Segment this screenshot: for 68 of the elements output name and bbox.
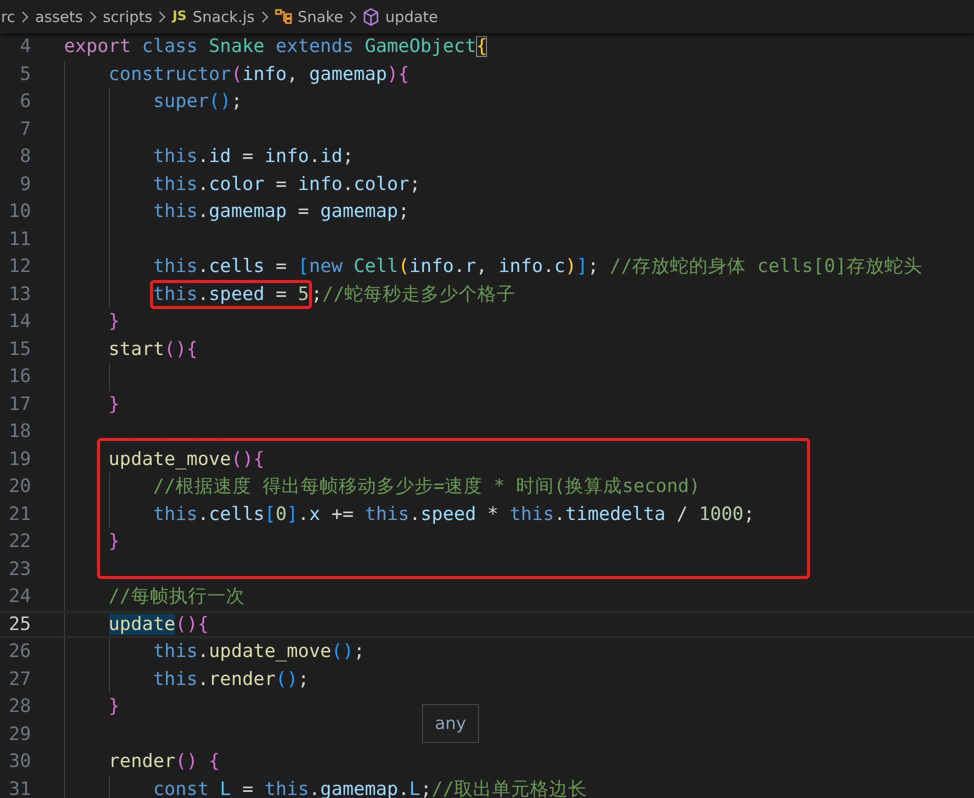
chevron-icon: [349, 10, 358, 22]
code-line: //根据速度 得出每帧移动多少步=速度 * 时间(换算成second): [153, 475, 700, 499]
line-number: 8: [18, 145, 32, 169]
line-number: 18: [8, 420, 32, 444]
javascript-file-icon: JS: [172, 9, 187, 24]
line-number: 27: [8, 668, 32, 692]
line-number: 23: [8, 558, 32, 582]
code-line: render() {: [108, 750, 220, 774]
line-number: 17: [8, 392, 32, 416]
line-number: 9: [18, 172, 32, 196]
class-icon: [274, 9, 292, 24]
breadcrumb-item[interactable]: assets: [35, 8, 83, 26]
breadcrumb-item[interactable]: update: [363, 8, 438, 26]
code-line: ;//蛇每秒走多少个格子: [311, 282, 516, 306]
code-line: update(){: [108, 612, 209, 636]
code-line: export class Snake extends GameObject{: [64, 35, 488, 59]
line-number: 26: [8, 640, 32, 664]
code-line: }: [108, 695, 120, 719]
line-number: 14: [8, 310, 32, 334]
code-line: super();: [153, 90, 242, 114]
cube-icon: [363, 8, 380, 26]
indent-guide: [108, 776, 110, 798]
code-line: this.id = info.id;: [153, 145, 354, 169]
chevron-icon: [260, 10, 269, 22]
line-number: 11: [8, 228, 32, 252]
line-number: 31: [8, 778, 32, 798]
line-number: 24: [8, 585, 32, 609]
code-line: this.render();: [153, 668, 310, 692]
line-number: 22: [8, 530, 32, 554]
line-number: 20: [8, 475, 32, 499]
line-number: 25: [8, 612, 32, 636]
code-line: this.color = info.color;: [153, 172, 420, 196]
code-line: }: [108, 310, 120, 334]
indent-guide: [64, 612, 65, 636]
chevron-icon: [158, 10, 166, 22]
line-number: 5: [18, 62, 32, 86]
line-number: 19: [8, 448, 32, 472]
line-number: 4: [18, 35, 32, 59]
chevron-icon: [21, 10, 30, 22]
line-number: 16: [8, 365, 32, 389]
indent-guide: [108, 363, 110, 390]
code-line: }: [108, 530, 120, 554]
line-number: 15: [8, 338, 32, 362]
line-number: 30: [8, 750, 32, 774]
code-line: this.gamemap = gamemap;: [153, 200, 410, 224]
code-line: this.update_move();: [153, 640, 365, 664]
code-text: this.speed = 5: [153, 282, 310, 306]
line-number: 13: [8, 282, 32, 306]
breadcrumb-item[interactable]: JS Snack.js: [172, 8, 255, 26]
line-number: 21: [8, 502, 32, 526]
line-number: 29: [8, 722, 32, 746]
code-line: update_move(){: [108, 448, 264, 472]
breadcrumb-item[interactable]: Snake: [274, 8, 344, 26]
code-line: //每帧执行一次: [108, 585, 245, 609]
line-number: 7: [18, 118, 32, 142]
code-line: start(){: [108, 338, 198, 362]
line-number: 6: [18, 90, 32, 114]
line-number: 10: [8, 200, 32, 224]
chevron-icon: [88, 10, 97, 22]
line-number: 12: [8, 255, 32, 279]
code-line: this.cells = [new Cell(info.r, info.c)]; //存放蛇的身体 cells[0]存放蛇头: [153, 255, 922, 279]
line-number: 28: [8, 695, 32, 719]
code-line: }: [108, 392, 120, 416]
breadcrumb-item[interactable]: rc: [1, 8, 16, 26]
breadcrumb-item[interactable]: scripts: [102, 8, 152, 26]
code-line: constructor(info, gamemap){: [108, 62, 410, 86]
code-line: this.cells[0].x += this.speed * this.timedelta / 1000;: [153, 502, 755, 526]
hover-tooltip: any: [422, 704, 479, 743]
